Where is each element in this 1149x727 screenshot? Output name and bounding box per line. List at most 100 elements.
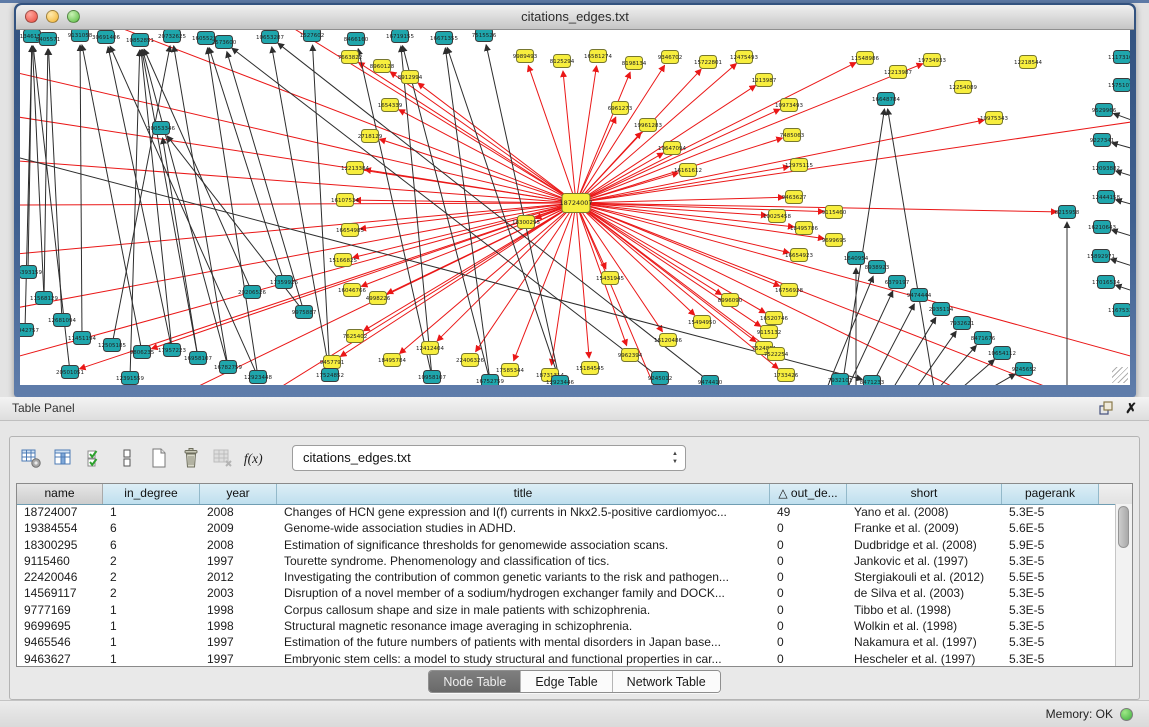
graph-node[interactable]: 12218544 [1014, 56, 1042, 69]
cell-out_de[interactable]: 0 [770, 585, 847, 601]
cell-name[interactable]: 18300295 [17, 537, 103, 553]
graph-node[interactable]: 10654112 [988, 347, 1016, 360]
graph-node[interactable]: 16782759 [214, 361, 242, 374]
graph-node[interactable]: 15722801 [694, 56, 722, 69]
cell-year[interactable]: 2003 [200, 585, 277, 601]
cell-title[interactable]: Tourette syndrome. Phenomenology and cla… [277, 553, 770, 569]
table-row[interactable]: 946554611997Estimation of the future num… [17, 634, 1116, 650]
cell-pagerank[interactable]: 5.5E-5 [1002, 569, 1099, 585]
cell-year[interactable]: 1998 [200, 602, 277, 618]
cell-year[interactable]: 2009 [200, 520, 277, 536]
graph-node[interactable]: 9529966 [1092, 104, 1117, 117]
graph-node[interactable]: 10647094 [658, 142, 686, 155]
cell-year[interactable]: 2008 [200, 504, 277, 520]
cell-year[interactable]: 1997 [200, 553, 277, 569]
table-row[interactable]: 1456911722003Disruption of a novel membe… [17, 585, 1116, 601]
graph-node[interactable]: 8960128 [370, 60, 395, 73]
graph-node[interactable]: 16581274 [584, 50, 612, 63]
graph-edge[interactable] [580, 207, 694, 315]
graph-node[interactable]: 9457791 [320, 356, 345, 369]
graph-node[interactable]: 16161612 [674, 164, 702, 177]
cell-in_degree[interactable]: 2 [103, 553, 200, 569]
graph-node[interactable]: 12093882 [1092, 162, 1120, 175]
graph-edge[interactable] [32, 46, 43, 292]
graph-node[interactable]: 10958107 [418, 371, 446, 384]
graph-edge[interactable] [581, 109, 779, 200]
graph-node[interactable]: 13942757 [20, 324, 39, 337]
tab-node-table[interactable]: Node Table [429, 671, 520, 692]
column-header-title[interactable]: title [277, 484, 770, 504]
cell-in_degree[interactable]: 1 [103, 618, 200, 634]
network-view-window[interactable]: citations_edges.txt 13461558405571913105… [14, 3, 1136, 397]
cell-in_degree[interactable]: 1 [103, 634, 200, 650]
graph-edge[interactable] [209, 48, 282, 277]
graph-node[interactable]: 9699695 [822, 234, 847, 247]
cell-in_degree[interactable]: 6 [103, 537, 200, 553]
graph-edge[interactable] [174, 46, 227, 361]
cell-pagerank[interactable]: 5.6E-5 [1002, 520, 1099, 536]
table-row[interactable]: 2242004622012Investigating the contribut… [17, 569, 1116, 585]
cell-pagerank[interactable]: 5.3E-5 [1002, 602, 1099, 618]
graph-node[interactable]: 16719155 [386, 30, 414, 43]
graph-node[interactable]: 16958107 [184, 352, 212, 365]
graph-edge[interactable] [476, 208, 573, 352]
graph-edge[interactable] [928, 345, 976, 385]
column-visibility-icon[interactable] [50, 445, 75, 471]
cell-in_degree[interactable]: 1 [103, 602, 200, 618]
graph-node[interactable]: 9975887 [292, 306, 317, 319]
graph-hub-node[interactable]: 18724007 [559, 194, 592, 213]
graph-node[interactable]: 12975115 [785, 159, 813, 172]
graph-edge[interactable] [399, 110, 571, 201]
cell-out_de[interactable]: 0 [770, 602, 847, 618]
cell-in_degree[interactable]: 2 [103, 585, 200, 601]
graph-edge[interactable] [577, 209, 590, 358]
graph-edge[interactable] [1112, 230, 1130, 240]
graph-node[interactable]: 9227341 [1090, 134, 1115, 147]
column-header-name[interactable]: name [17, 484, 103, 504]
cell-pagerank[interactable]: 5.3E-5 [1002, 618, 1099, 634]
graph-edge[interactable] [581, 206, 761, 326]
graph-node[interactable]: 22406326 [456, 354, 484, 367]
graph-node[interactable]: 9989493 [513, 50, 538, 63]
graph-node[interactable]: 7522254 [764, 348, 789, 361]
graph-edge[interactable] [403, 46, 489, 376]
graph-edge[interactable] [1115, 285, 1130, 295]
column-header-in_degree[interactable]: in_degree [103, 484, 200, 504]
network-graph[interactable]: 1346155840557191310583069140610852851207… [20, 30, 1130, 385]
graph-node[interactable]: 9131058 [68, 30, 93, 42]
close-button[interactable] [25, 10, 38, 23]
network-canvas[interactable]: 1346155840557191310583069140610852851207… [20, 30, 1130, 385]
cell-short[interactable]: Yano et al. (2008) [847, 504, 1002, 520]
graph-edge[interactable] [142, 50, 197, 352]
cell-name[interactable]: 22420046 [17, 569, 103, 585]
graph-edge[interactable] [582, 173, 679, 201]
graph-node[interactable]: 12923448 [244, 371, 272, 384]
graph-edge[interactable] [113, 46, 170, 339]
graph-edge[interactable] [227, 52, 302, 307]
graph-node[interactable]: 11568129 [30, 292, 58, 305]
function-builder-icon[interactable]: f(x) [242, 445, 267, 471]
cell-short[interactable]: Jankovic et al. (1997) [847, 553, 1002, 569]
cell-short[interactable]: Franke et al. (2009) [847, 520, 1002, 536]
cell-short[interactable]: Dudbridge et al. (2008) [847, 537, 1002, 553]
cell-title[interactable]: Genome-wide association studies in ADHD. [277, 520, 770, 536]
graph-node[interactable]: 17524852 [316, 369, 344, 382]
graph-node[interactable]: 8996090 [718, 294, 743, 307]
cell-name[interactable]: 18724007 [17, 504, 103, 520]
graph-node[interactable]: 12681094 [48, 314, 76, 327]
cell-out_de[interactable]: 0 [770, 618, 847, 634]
cell-short[interactable]: Wolkin et al. (1998) [847, 618, 1002, 634]
column-header-out_de[interactable]: △ out_de... [770, 484, 847, 504]
graph-node[interactable]: 7932101 [828, 374, 853, 386]
graph-node[interactable]: 12391559 [116, 372, 144, 385]
cell-short[interactable]: Tibbo et al. (1998) [847, 602, 1002, 618]
graph-node[interactable]: 16654985 [336, 224, 364, 237]
memory-status-indicator[interactable] [1120, 708, 1133, 721]
graph-edge[interactable] [20, 203, 570, 205]
table-row[interactable]: 977716911998Corpus callosum shape and si… [17, 602, 1116, 618]
window-titlebar[interactable]: citations_edges.txt [16, 5, 1134, 30]
graph-node[interactable]: 8198134 [622, 57, 647, 70]
graph-node[interactable]: 19961283 [634, 119, 662, 132]
cell-in_degree[interactable]: 6 [103, 520, 200, 536]
graph-node[interactable]: 2935114 [929, 303, 954, 316]
